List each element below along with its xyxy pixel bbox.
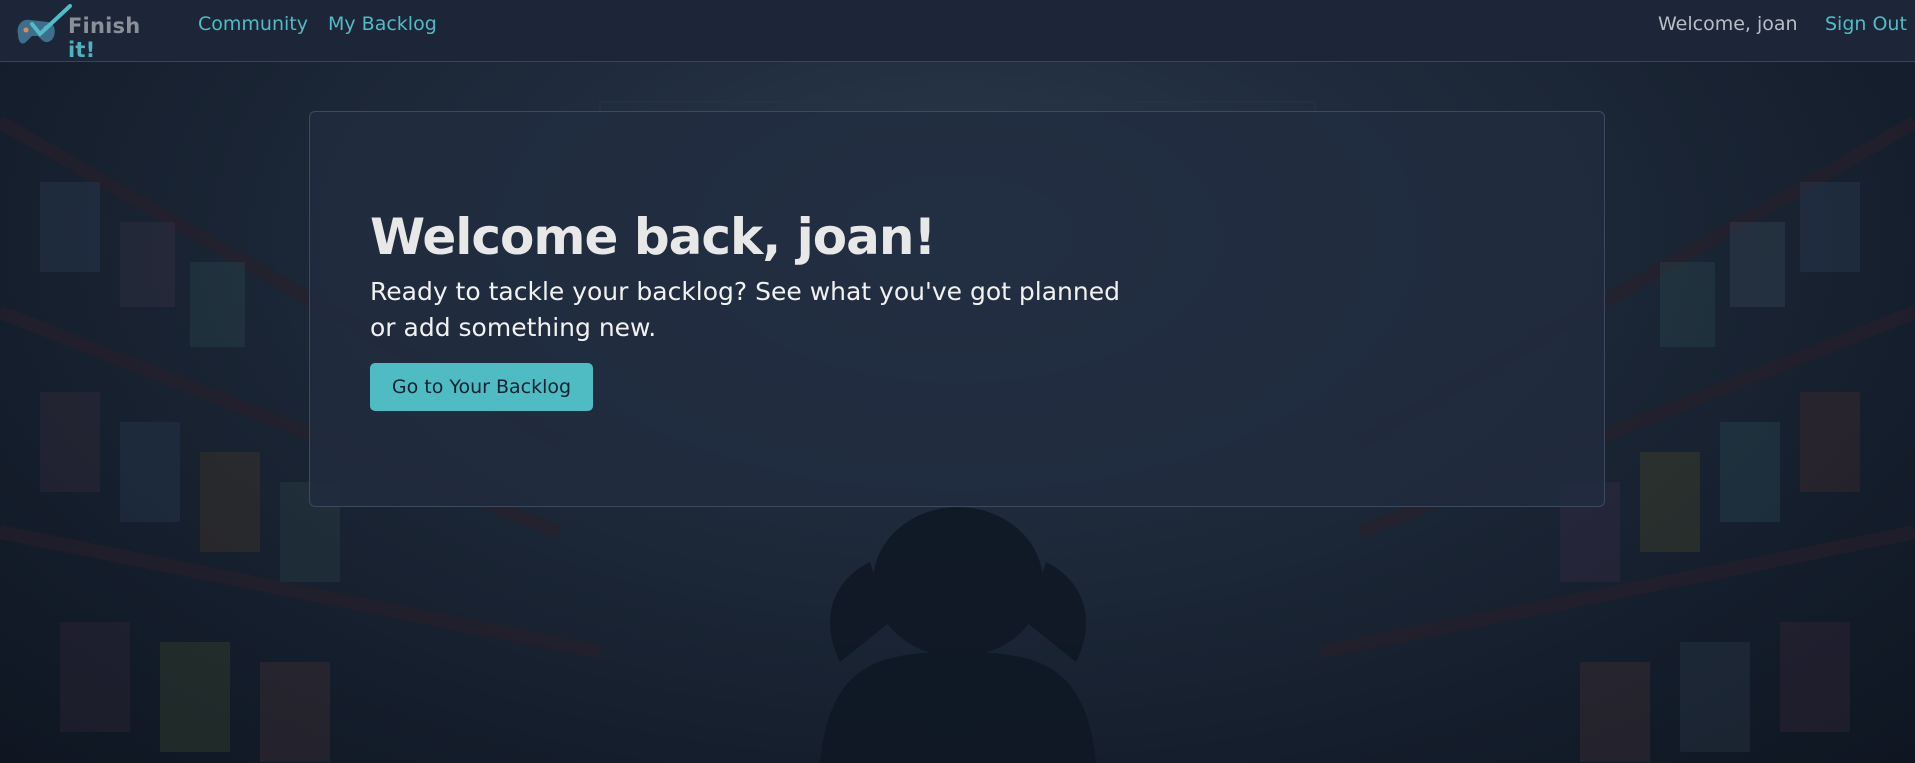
welcome-subtitle: Ready to tackle your backlog? See what y… — [370, 277, 1120, 342]
welcome-card: Welcome back, joan! Ready to tackle your… — [309, 111, 1605, 507]
top-navbar: Finish it! Community My Backlog Welcome,… — [0, 0, 1915, 62]
nav-link-community[interactable]: Community — [198, 13, 308, 35]
go-to-backlog-button[interactable]: Go to Your Backlog — [370, 363, 593, 411]
brand-home-link[interactable]: Finish it! — [14, 4, 140, 62]
brand-name: Finish it! — [68, 14, 141, 62]
gamepad-checkmark-icon — [17, 4, 72, 44]
sign-out-link[interactable]: Sign Out — [1825, 13, 1907, 35]
welcome-user-text: Welcome, joan — [1658, 13, 1798, 35]
nav-link-my-backlog[interactable]: My Backlog — [328, 13, 437, 35]
welcome-heading: Welcome back, joan! — [370, 208, 936, 266]
